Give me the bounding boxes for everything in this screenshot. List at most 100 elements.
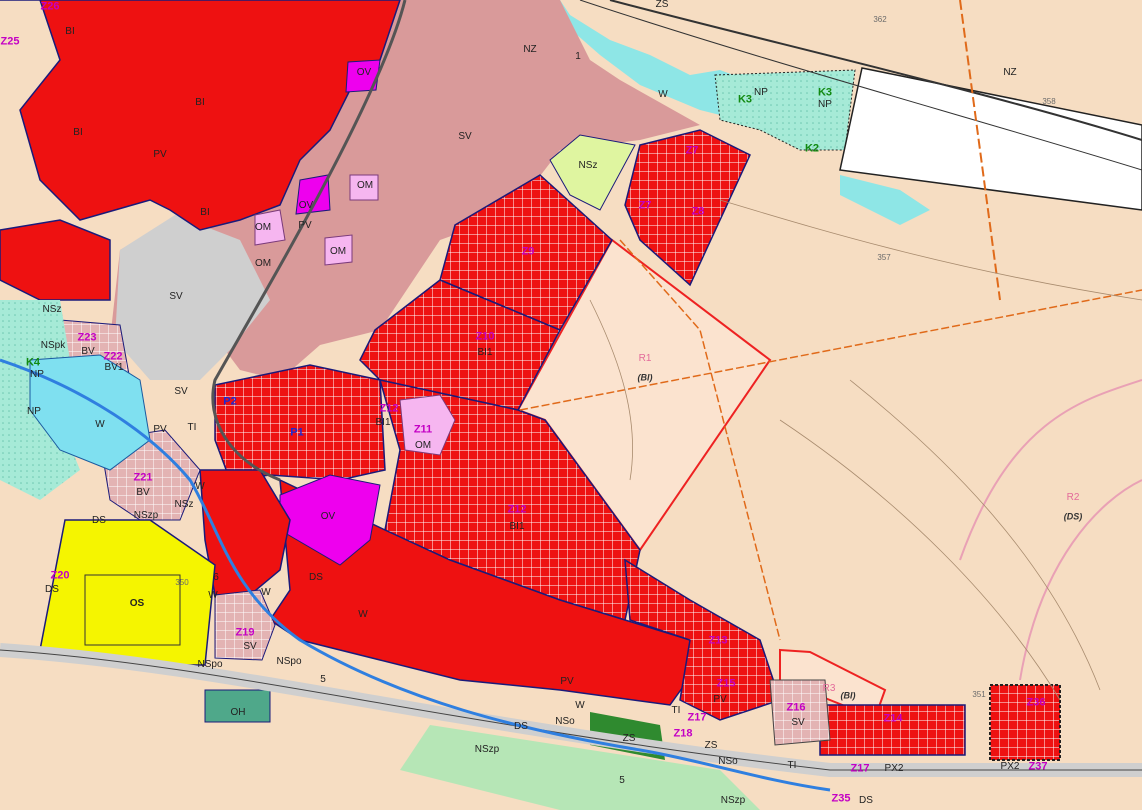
label-nspo-2: NSpo: [276, 656, 302, 667]
label-r2: R2: [1066, 492, 1080, 503]
label-nz-2: NZ: [1003, 67, 1017, 78]
label-ov-1: OV: [356, 67, 372, 78]
label-os: OS: [129, 598, 145, 609]
label-om-5: OM: [414, 440, 432, 451]
label-bi-2: BI: [195, 97, 205, 108]
label-z11: Z11: [413, 423, 433, 436]
elevation-351: 351: [972, 690, 986, 699]
label-bv1: BV1: [104, 362, 124, 373]
label-z18: Z18: [673, 727, 693, 740]
label-np-3: NP: [30, 369, 44, 380]
label-pv-3: PV: [153, 424, 167, 435]
label-om-2: OM: [254, 222, 272, 233]
label-z35: Z35: [831, 792, 851, 805]
residential-bi-west: [0, 219, 111, 301]
label-z16: Z16: [786, 701, 806, 714]
label-w-2: W: [95, 419, 105, 430]
label-np-4: NP: [27, 406, 41, 417]
label-z8: Z8: [691, 205, 705, 218]
label-r3-use: (BI): [840, 690, 856, 701]
label-ti-2: TI: [671, 705, 681, 716]
label-bi1-2: BI1: [375, 417, 391, 428]
label-pv-4: PV: [713, 694, 727, 705]
label-ti-3: TI: [787, 760, 797, 771]
label-z36: Z36: [1026, 696, 1046, 709]
label-nso-2: NSo: [718, 756, 738, 767]
label-z20: Z20: [50, 569, 70, 582]
label-nsz-3: NSz: [174, 499, 194, 510]
label-nso-1: NSo: [555, 716, 575, 727]
label-pv-5: PV: [560, 676, 574, 687]
label-pv-1: PV: [153, 149, 167, 160]
label-nspo-1: NSpo: [197, 659, 223, 670]
label-ti-1: TI: [187, 422, 197, 433]
label-r1: R1: [638, 353, 652, 364]
label-pv-2: PV: [298, 220, 312, 231]
corridor-pink: [959, 379, 1142, 561]
label-z9: Z9: [521, 245, 535, 258]
contour-3: [849, 379, 1101, 691]
label-nz-1: NZ: [523, 44, 537, 55]
label-sv-2: SV: [169, 291, 183, 302]
label-z14: Z14: [883, 712, 903, 725]
label-z17-1: Z17: [687, 711, 707, 724]
map-canvas: [0, 0, 1142, 810]
label-ov-3: OV: [320, 511, 336, 522]
label-z17-2: Z17: [850, 762, 870, 775]
elevation-358: 358: [1042, 97, 1056, 106]
zoning-map[interactable]: Z26 Z25 BI BI BI BI OV OV OV OM OM OM OM…: [0, 0, 1142, 810]
label-om-3: OM: [254, 258, 272, 269]
elevation-362: 362: [873, 15, 887, 24]
label-bv-2: BV: [136, 487, 150, 498]
label-r3: R3: [822, 683, 836, 694]
label-z7-2: Z7: [638, 199, 652, 212]
label-z13: Z13: [708, 634, 728, 647]
label-zs-2: ZS: [704, 740, 718, 751]
corridor-pink-2: [1019, 479, 1142, 681]
label-w-4: W: [208, 590, 218, 601]
label-w-1: W: [658, 89, 668, 100]
label-z15: Z15: [716, 677, 736, 690]
label-z10: Z10: [475, 330, 495, 343]
label-w-5: W: [261, 587, 271, 598]
label-sv-1: SV: [458, 131, 472, 142]
label-z12-1: Z12: [379, 402, 399, 415]
label-r1-use: (BI): [637, 372, 653, 383]
label-p2: P2: [223, 395, 237, 408]
label-nszp-1: NSzp: [133, 510, 159, 521]
label-z25: Z25: [0, 35, 20, 48]
elevation-357: 357: [877, 253, 891, 262]
label-bi-1: BI: [65, 26, 75, 37]
label-n5-2: 5: [619, 775, 625, 786]
label-z23: Z23: [77, 331, 97, 344]
label-ds-5: DS: [859, 795, 873, 806]
label-sv-4: SV: [243, 641, 257, 652]
zone-p1: [214, 364, 386, 481]
label-np-2: NP: [818, 99, 832, 110]
label-nsz-1: NSz: [578, 160, 598, 171]
label-ds-3: DS: [309, 572, 323, 583]
nature-strip-right: [840, 175, 930, 225]
label-z26: Z26: [40, 0, 60, 13]
label-zs-1: ZS: [622, 733, 636, 744]
label-ov-2: OV: [298, 200, 314, 211]
label-z19: Z19: [235, 626, 255, 639]
label-k4: K4: [25, 356, 41, 369]
label-n6: 6: [213, 572, 219, 583]
label-om-4: OM: [329, 246, 347, 257]
label-n5-1: 5: [320, 674, 326, 685]
label-oh: OH: [230, 707, 246, 718]
label-w-7: W: [575, 700, 585, 711]
label-px2-1: PX2: [884, 763, 904, 774]
label-r2-use: (DS): [1063, 511, 1083, 522]
label-n1: 1: [575, 51, 581, 62]
label-zs-top: ZS: [655, 0, 669, 10]
label-nszp-2: NSzp: [474, 744, 500, 755]
sport-os: [39, 519, 216, 666]
label-z22: Z22: [103, 350, 123, 363]
label-nsz-2: NSz: [42, 304, 62, 315]
label-nspk: NSpk: [40, 340, 66, 351]
label-w-6: W: [358, 609, 368, 620]
label-bi1-3: BI1: [509, 521, 525, 532]
label-ds-4: DS: [514, 721, 528, 732]
